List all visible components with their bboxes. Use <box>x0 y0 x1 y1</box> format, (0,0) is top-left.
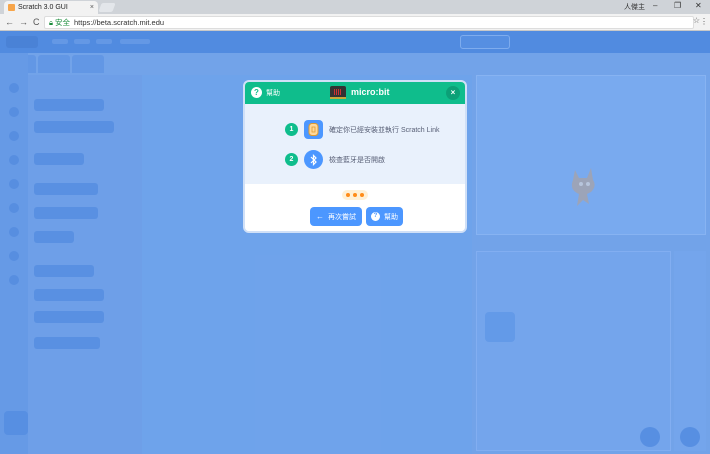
help-icon: ? <box>371 212 380 221</box>
browser-tab-bar: Scratch 3.0 GUI × 人傑主 – ❐ ✕ <box>0 0 710 14</box>
microbit-connection-modal: ? 幫助 micro:bit × 1 確定你已經安裝並執行 Scratch Li… <box>243 80 467 233</box>
minimize-button[interactable]: – <box>653 1 657 10</box>
step-text: 檢查藍牙是否開啟 <box>329 156 385 164</box>
step-number: 1 <box>285 123 298 136</box>
arrow-left-icon: ← <box>316 212 324 221</box>
help-label: 幫助 <box>384 213 398 221</box>
window-close-button[interactable]: ✕ <box>695 1 702 10</box>
header-help-label[interactable]: 幫助 <box>266 88 280 98</box>
step-1: 1 確定你已經安裝並執行 Scratch Link <box>285 120 439 139</box>
address-toolbar: ← → C 🔒︎ 安全 https://beta.scratch.mit.edu… <box>0 14 710 31</box>
browser-menu-icon[interactable]: ⋮ <box>700 17 708 26</box>
help-button[interactable]: ? 幫助 <box>366 207 403 226</box>
tab-title: Scratch 3.0 GUI <box>18 4 68 11</box>
reload-icon[interactable]: C <box>33 17 40 27</box>
scratch-link-icon <box>304 120 323 139</box>
maximize-button[interactable]: ❐ <box>674 1 681 10</box>
step-2: 2 檢查藍牙是否開啟 <box>285 150 385 169</box>
bookmark-star-icon[interactable]: ☆ <box>693 16 700 25</box>
address-bar[interactable]: 🔒︎ 安全 https://beta.scratch.mit.edu <box>44 16 694 29</box>
modal-body: 1 確定你已經安裝並執行 Scratch Link 2 檢查藍牙是否開啟 <box>245 104 465 184</box>
url-text[interactable]: https://beta.scratch.mit.edu <box>74 18 164 27</box>
bluetooth-icon <box>304 150 323 169</box>
secure-label: 安全 <box>55 18 70 27</box>
progress-dots <box>342 190 368 200</box>
close-icon[interactable]: × <box>446 86 460 100</box>
help-icon[interactable]: ? <box>251 87 262 98</box>
profile-name[interactable]: 人傑主 <box>624 2 645 12</box>
step-text: 確定你已經安裝並執行 Scratch Link <box>329 126 440 134</box>
forward-icon[interactable]: → <box>19 17 28 27</box>
tab-close-icon[interactable]: × <box>90 4 94 11</box>
back-icon[interactable]: ← <box>5 17 14 27</box>
modal-title: micro:bit <box>351 87 390 97</box>
retry-button[interactable]: ← 再次嘗試 <box>310 207 362 226</box>
new-tab-button[interactable] <box>98 3 116 12</box>
modal-footer: ← 再次嘗試 ? 幫助 <box>245 184 465 231</box>
browser-tab[interactable]: Scratch 3.0 GUI × <box>4 1 98 14</box>
modal-header: ? 幫助 micro:bit × <box>245 82 465 104</box>
lock-icon: 🔒︎ <box>49 17 53 27</box>
step-number: 2 <box>285 153 298 166</box>
scratch-favicon-icon <box>8 4 15 11</box>
retry-label: 再次嘗試 <box>328 213 356 221</box>
microbit-icon <box>330 86 346 99</box>
